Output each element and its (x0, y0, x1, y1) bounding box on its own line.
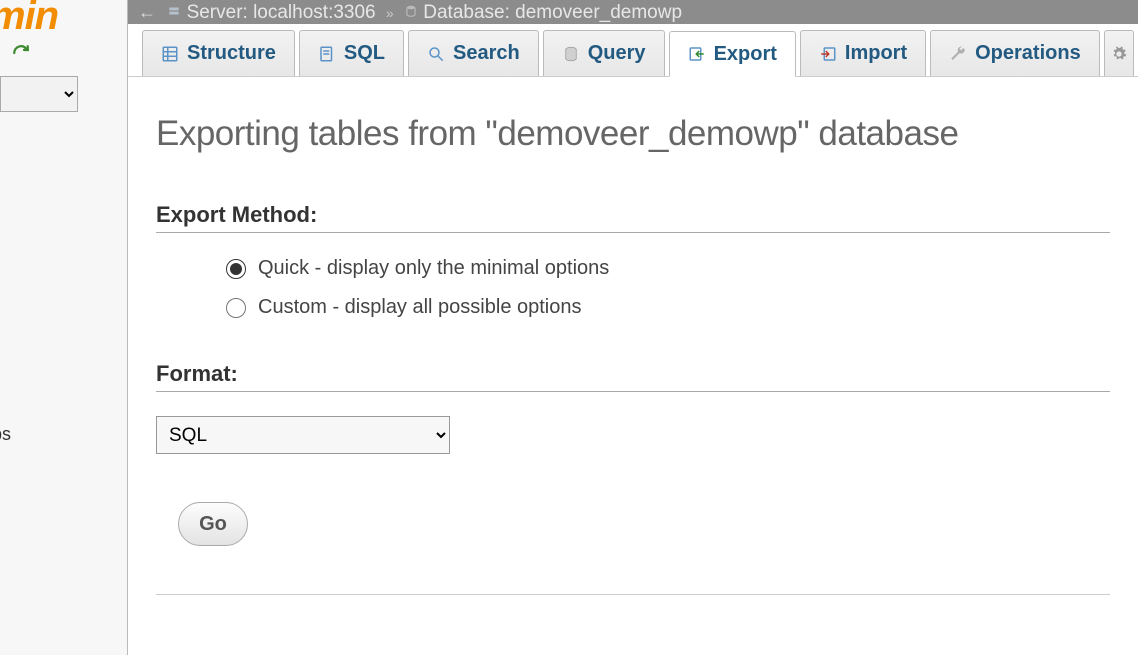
back-arrow-icon[interactable]: ← (138, 0, 156, 24)
db-tree: wp meta s tionships nomy ma (0, 140, 128, 572)
go-button[interactable]: Go (178, 502, 248, 546)
search-icon (427, 45, 445, 63)
page-title: Exporting tables from "demoveer_demowp" … (156, 114, 1110, 154)
export-method-group: Quick - display only the minimal options… (226, 257, 1110, 319)
breadcrumb-separator: » (386, 5, 394, 21)
breadcrumb-database[interactable]: Database: demoveer_demowp (423, 2, 682, 23)
radio-label: Quick - display only the minimal options (258, 257, 609, 280)
radio-quick[interactable]: Quick - display only the minimal options (226, 257, 1110, 280)
tab-query[interactable]: Query (543, 30, 665, 76)
database-icon (404, 4, 418, 18)
breadcrumb: ← Server: localhost:3306 » Database: dem… (128, 0, 1138, 24)
tree-item[interactable]: ma (0, 536, 128, 572)
tree-item[interactable]: meta (0, 198, 128, 234)
query-icon (562, 45, 580, 63)
structure-icon (161, 45, 179, 63)
refresh-icon[interactable] (12, 44, 30, 62)
tab-label: Export (714, 43, 777, 66)
radio-custom-input[interactable] (226, 298, 246, 318)
tree-item[interactable]: s (0, 234, 128, 270)
server-icon (167, 4, 181, 18)
tree-item[interactable]: wp (0, 140, 128, 176)
tab-label: Import (845, 42, 907, 65)
tab-label: Operations (975, 42, 1081, 65)
tab-import[interactable]: Import (800, 30, 926, 76)
wrench-icon (949, 45, 967, 63)
content: Exporting tables from "demoveer_demowp" … (128, 76, 1138, 655)
sql-icon (318, 45, 336, 63)
tree-item[interactable]: tionships (0, 416, 128, 452)
export-method-heading: Export Method: (156, 202, 1110, 233)
radio-custom[interactable]: Custom - display all possible options (226, 296, 1110, 319)
export-icon (688, 45, 706, 63)
tab-label: Structure (187, 42, 276, 65)
tab-label: SQL (344, 42, 385, 65)
footer-divider (156, 594, 1110, 595)
logo-fragment: min (0, 0, 58, 36)
tab-label: Query (588, 42, 646, 65)
tabbar: Structure SQL Search Query (128, 24, 1138, 77)
tab-structure[interactable]: Structure (142, 30, 295, 76)
database-select[interactable] (0, 76, 78, 112)
tab-search[interactable]: Search (408, 30, 539, 76)
breadcrumb-server[interactable]: Server: localhost:3306 (187, 2, 376, 23)
tab-export[interactable]: Export (669, 31, 796, 77)
gear-icon (1110, 45, 1128, 63)
tab-more[interactable] (1104, 30, 1134, 76)
tab-operations[interactable]: Operations (930, 30, 1100, 76)
format-select[interactable]: SQL (156, 416, 450, 454)
tree-item[interactable]: nomy (0, 452, 128, 488)
radio-quick-input[interactable] (226, 259, 246, 279)
tab-sql[interactable]: SQL (299, 30, 404, 76)
import-icon (819, 45, 837, 63)
radio-label: Custom - display all possible options (258, 296, 582, 319)
tab-label: Search (453, 42, 520, 65)
sidebar: min wp meta s tionships nomy ma (0, 0, 128, 655)
format-heading: Format: (156, 361, 1110, 392)
